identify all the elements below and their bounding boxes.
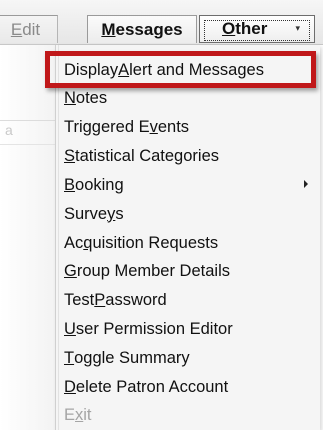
menu-item-group-member-details[interactable]: Group Member Details	[64, 257, 314, 285]
menu-item-user-permission-editor[interactable]: User Permission Editor	[64, 315, 314, 343]
menu-item-exit: Ex it	[64, 405, 92, 424]
menu-item-statistical-categories[interactable]: Statistical Categories	[64, 142, 314, 170]
tab-edit-label: Edit	[10, 19, 41, 39]
divider	[0, 144, 55, 145]
divider	[0, 120, 55, 121]
highlight-annotation-box	[45, 51, 316, 88]
menu-item-booking[interactable]: Booking	[64, 171, 314, 199]
menu-item-acquisition-requests[interactable]: Ac q uisition Requests	[64, 229, 314, 257]
menu-item-toggle-summary[interactable]: Toggle Summary	[64, 344, 314, 372]
tab-other-label: Other	[222, 19, 268, 38]
tab-messages[interactable]: Messages	[87, 15, 197, 43]
background-window: a	[0, 45, 55, 430]
menu-item-triggered-events[interactable]: Triggered Ev ents	[64, 113, 314, 141]
other-dropdown-menu: Display Alert and Messages Notes Trigger…	[55, 45, 320, 430]
menu-item-surveys[interactable]: Surve y s	[64, 200, 314, 228]
menu-item-test-password[interactable]: Test Password	[64, 286, 314, 314]
screenshot-root: Edit Messages Other ▾ a Display Alert an…	[0, 0, 323, 430]
tab-other[interactable]: Other ▾	[199, 15, 315, 43]
menu-item-delete-patron-account[interactable]: Delete Patron Account	[64, 373, 314, 401]
chevron-down-icon[interactable]: ▾	[295, 23, 300, 34]
menu-bar: Edit Messages Other ▾	[0, 0, 323, 45]
obscured-text: a	[5, 122, 13, 138]
menu-item-notes[interactable]: Notes	[64, 84, 314, 112]
tab-edit[interactable]: Edit	[0, 15, 58, 43]
tab-messages-label: Messages	[101, 19, 183, 39]
submenu-arrow-icon	[304, 180, 308, 188]
